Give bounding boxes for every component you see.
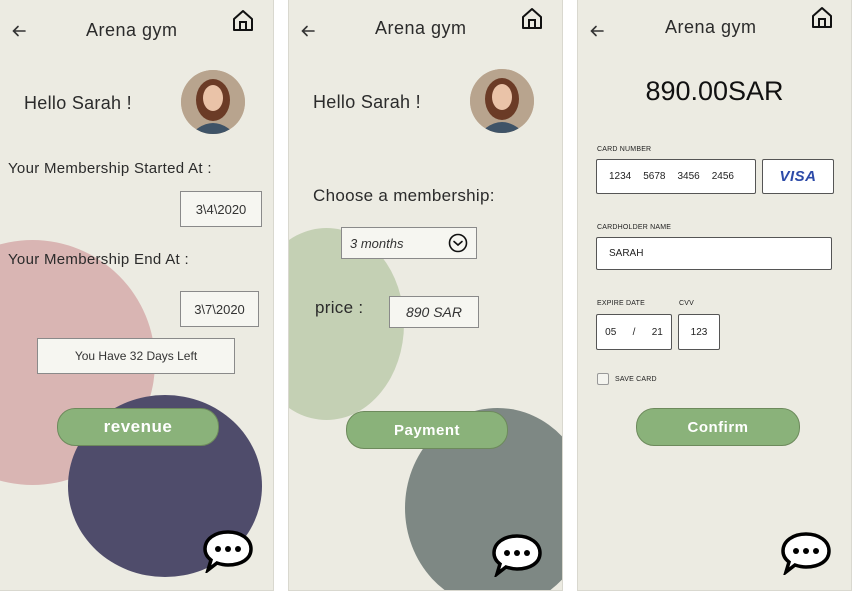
revenue-button[interactable]: revenue — [57, 408, 219, 446]
payment-screen: Arena gym 890.00SAR CARD NUMBER 1234 567… — [578, 0, 851, 590]
user-photo — [181, 70, 245, 134]
choose-membership-screen: Arena gym Hello Sarah ! Choose a members… — [289, 0, 562, 590]
price-label: price : — [315, 298, 364, 317]
expire-date-label: EXPIRE DATE — [597, 300, 645, 307]
card-number-group: 3456 — [677, 171, 700, 182]
choose-membership-label: Choose a membership: — [313, 186, 495, 205]
expire-date-input[interactable]: 05 / 21 — [596, 314, 672, 350]
membership-selected-value: 3 months — [350, 235, 404, 251]
save-card-label: SAVE CARD — [615, 376, 657, 383]
save-card-checkbox[interactable] — [597, 373, 609, 385]
cardholder-label: CARDHOLDER NAME — [597, 224, 672, 231]
payment-button[interactable]: Payment — [346, 411, 508, 449]
expire-month: 05 — [605, 326, 617, 338]
card-number-group: 2456 — [711, 171, 734, 182]
days-left-notice: You Have 32 Days Left — [37, 338, 235, 374]
avatar[interactable] — [470, 69, 534, 133]
price-value: 890 SAR — [389, 296, 479, 328]
cvv-label: CVV — [679, 300, 694, 307]
app-title: Arena gym — [665, 17, 757, 37]
home-icon[interactable] — [810, 5, 834, 29]
card-brand-logo: VISA — [762, 159, 834, 194]
avatar[interactable] — [181, 70, 245, 134]
end-date-label: Your Membership End At : — [8, 251, 189, 268]
home-icon[interactable] — [231, 8, 255, 32]
card-number-group: 5678 — [643, 171, 666, 182]
chevron-down-circle-icon[interactable] — [448, 233, 468, 253]
greeting: Hello Sarah ! — [24, 93, 132, 113]
chat-bubble-icon[interactable] — [492, 531, 542, 577]
cvv-input[interactable]: 123 — [678, 314, 720, 350]
back-arrow-icon[interactable] — [299, 22, 317, 40]
start-date-field: 3\4\2020 — [180, 191, 262, 227]
cardholder-input[interactable]: SARAH — [596, 237, 832, 270]
expire-year: 21 — [651, 326, 663, 338]
chat-bubble-icon[interactable] — [203, 527, 253, 573]
card-number-input[interactable]: 1234 5678 3456 2456 — [596, 159, 756, 194]
membership-status-screen: Arena gym Hello Sarah ! Your Membership … — [0, 0, 273, 590]
user-photo — [470, 69, 534, 133]
chat-bubble-icon[interactable] — [781, 529, 831, 575]
card-number-label: CARD NUMBER — [597, 146, 652, 153]
card-number-group: 1234 — [609, 171, 632, 182]
payment-amount: 890.00SAR — [645, 76, 784, 106]
end-date-field: 3\7\2020 — [180, 291, 259, 327]
back-arrow-icon[interactable] — [588, 22, 606, 40]
home-icon[interactable] — [520, 6, 544, 30]
greeting: Hello Sarah ! — [313, 92, 421, 112]
confirm-button[interactable]: Confirm — [636, 408, 800, 446]
membership-dropdown[interactable]: 3 months — [341, 227, 477, 259]
back-arrow-icon[interactable] — [10, 22, 28, 40]
start-date-label: Your Membership Started At : — [8, 160, 212, 177]
expire-separator: / — [632, 326, 636, 338]
app-title: Arena gym — [375, 18, 467, 38]
app-title: Arena gym — [86, 20, 178, 40]
